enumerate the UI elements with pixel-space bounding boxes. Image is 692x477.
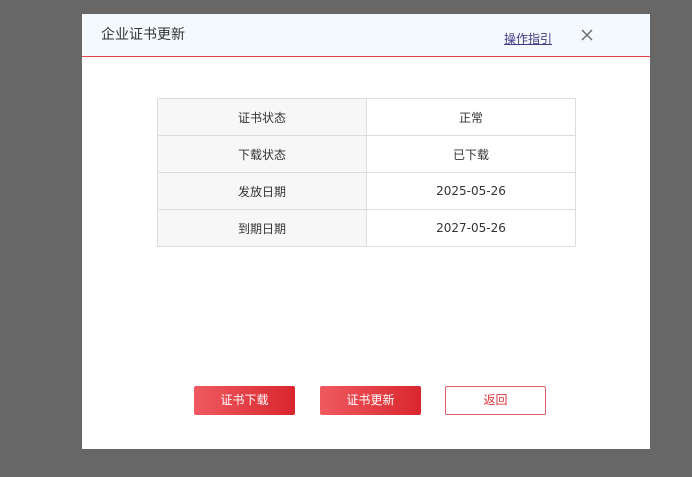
dialog-title: 企业证书更新: [101, 27, 185, 43]
download-status-label: 下载状态: [157, 135, 367, 173]
issue-date-value: 2025-05-26: [366, 172, 576, 210]
cert-info-table: 证书状态 正常 下载状态 已下载 发放日期 2025-05-26 到期日期 20…: [157, 98, 576, 247]
table-row: 下载状态 已下载: [157, 135, 576, 173]
table-row: 到期日期 2027-05-26: [157, 209, 576, 247]
back-button[interactable]: 返回: [445, 386, 546, 415]
close-icon[interactable]: [579, 27, 595, 43]
dialog-header: 企业证书更新 操作指引: [82, 14, 650, 57]
table-row: 证书状态 正常: [157, 98, 576, 136]
guide-link[interactable]: 操作指引: [504, 31, 552, 47]
download-status-value: 已下载: [366, 135, 576, 173]
cert-update-dialog: 企业证书更新 操作指引 证书状态 正常 下载状态 已下载 发放日期 2025-0…: [82, 14, 650, 449]
expiry-date-value: 2027-05-26: [366, 209, 576, 247]
table-row: 发放日期 2025-05-26: [157, 172, 576, 210]
cert-status-value: 正常: [366, 98, 576, 136]
issue-date-label: 发放日期: [157, 172, 367, 210]
cert-update-button[interactable]: 证书更新: [320, 386, 421, 415]
expiry-date-label: 到期日期: [157, 209, 367, 247]
cert-download-button[interactable]: 证书下载: [194, 386, 295, 415]
cert-status-label: 证书状态: [157, 98, 367, 136]
